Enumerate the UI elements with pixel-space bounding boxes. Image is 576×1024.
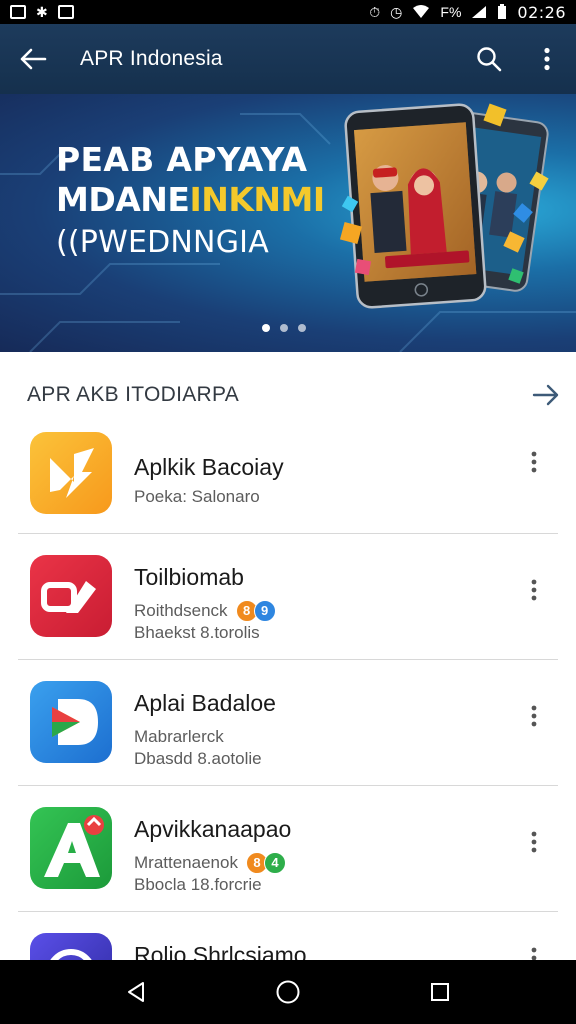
nav-recents-button[interactable] (410, 962, 470, 1022)
app-meta-line-1: Poeka: Salonaro (134, 487, 260, 506)
app-name: Apvikkanaapao (134, 816, 292, 842)
app-badge-2: 9 (253, 600, 276, 622)
back-button[interactable] (0, 24, 66, 94)
app-meta: Mrattenaenok 8 4 Bbocla 18.forcrie (134, 852, 286, 896)
app-list-item[interactable]: Toilbiomab Roithdsenck 8 9 Bhaekst 8.tor… (18, 534, 558, 660)
app-badges: 8 9 (235, 600, 276, 622)
more-vert-icon (544, 47, 550, 71)
banner-headline: PEAB APYAYA MDANEINKNMI ((PWEDNNGIA (56, 140, 325, 266)
carousel-dots[interactable] (262, 324, 306, 332)
phones-illustration (339, 103, 549, 309)
carousel-dot-1[interactable] (262, 324, 270, 332)
clock-icon: ◷ (390, 4, 403, 20)
gallery-notification-icon (57, 5, 74, 19)
banner-line-2-white: MDANE (56, 180, 190, 219)
app-meta-line-2: Bhaekst 8.torolis (134, 623, 260, 642)
status-right: ⏱ ◷ F% 02:26 (369, 3, 566, 22)
app-name: Toilbiomab (134, 564, 244, 590)
screen: ✱ ⏱ ◷ F% 02:26 APR Indonesia PEAB APYAYA… (0, 0, 576, 1024)
image-notification-icon (10, 5, 26, 19)
app-bar-title: APR Indonesia (80, 47, 223, 70)
battery-percent-text: F% (440, 4, 462, 20)
back-arrow-icon (20, 48, 47, 70)
overflow-menu-button[interactable] (518, 24, 576, 94)
app-bar: APR Indonesia (0, 24, 576, 94)
app-list-item[interactable]: Apvikkanaapao Mrattenaenok 8 4 Bbocla 18… (18, 786, 558, 912)
letter-a-icon (30, 807, 112, 889)
back-triangle-icon (128, 982, 144, 1002)
app-meta: Mabrarlerck Dbasdd 8.aotolie (134, 726, 262, 770)
section-see-all-button[interactable] (516, 358, 576, 418)
app-name: Aplkik Bacoiay (134, 454, 284, 480)
status-left: ✱ (10, 5, 74, 19)
section-title: APR AKB ITODIARPA (27, 383, 240, 406)
arrow-right-icon (532, 384, 559, 406)
app-badge-2: 4 (263, 852, 286, 874)
more-vert-icon (531, 451, 537, 473)
app-more-button[interactable] (518, 694, 550, 738)
search-icon (477, 47, 502, 72)
app-meta-line-1: Mrattenaenok 8 4 (134, 852, 286, 874)
banner-line-3: ((PWEDNNGIA (56, 225, 269, 260)
system-nav-bar (0, 960, 576, 1024)
app-more-button[interactable] (518, 820, 550, 864)
app-meta-line-1: Roithdsenck 8 9 (134, 600, 276, 622)
play-d-icon (30, 681, 112, 763)
alarm-icon: ⏱ (369, 4, 381, 20)
carousel-dot-2[interactable] (280, 324, 288, 332)
banner-line-1: PEAB APYAYA (56, 140, 308, 179)
wifi-icon (413, 5, 430, 18)
status-bar: ✱ ⏱ ◷ F% 02:26 (0, 0, 576, 24)
banner-line-2-highlight: INKNMI (189, 180, 325, 219)
app-badges: 8 4 (245, 852, 286, 874)
app-meta-line-2: Dbasdd 8.aotolie (134, 749, 262, 768)
home-circle-icon (276, 980, 300, 1004)
app-meta: Poeka: Salonaro (134, 486, 260, 508)
toggle-share-icon (30, 555, 112, 637)
app-list: Aplkik Bacoiay Poeka: Salonaro Toilbioma… (0, 424, 576, 1024)
more-vert-icon (531, 579, 537, 601)
battery-icon (498, 4, 507, 19)
carousel-dot-3[interactable] (298, 324, 306, 332)
app-meta: Roithdsenck 8 9 Bhaekst 8.torolis (134, 600, 276, 644)
app-more-button[interactable] (518, 568, 550, 612)
nav-home-button[interactable] (258, 962, 318, 1022)
app-meta-developer: Roithdsenck (134, 601, 228, 620)
more-vert-icon (531, 705, 537, 727)
app-meta-line-2: Bbocla 18.forcrie (134, 875, 262, 894)
app-meta-developer: Mrattenaenok (134, 853, 238, 872)
app-name: Aplai Badaloe (134, 690, 276, 716)
status-time: 02:26 (517, 2, 566, 22)
app-meta-line-1: Mabrarlerck (134, 727, 224, 746)
banner-line-2: MDANEINKNMI (56, 180, 325, 220)
more-vert-icon (531, 831, 537, 853)
promo-banner[interactable]: PEAB APYAYA MDANEINKNMI ((PWEDNNGIA (0, 94, 576, 352)
search-button[interactable] (460, 24, 518, 94)
app-list-item[interactable]: Aplkik Bacoiay Poeka: Salonaro (18, 424, 558, 534)
nav-back-button[interactable] (106, 962, 166, 1022)
gear-notification-icon: ✱ (36, 4, 48, 20)
lightning-n-icon (30, 432, 112, 514)
signal-icon (472, 6, 487, 18)
app-list-item[interactable]: Aplai Badaloe Mabrarlerck Dbasdd 8.aotol… (18, 660, 558, 786)
section-header: APR AKB ITODIARPA (0, 352, 576, 424)
recents-square-icon (431, 983, 449, 1001)
app-more-button[interactable] (518, 440, 550, 484)
